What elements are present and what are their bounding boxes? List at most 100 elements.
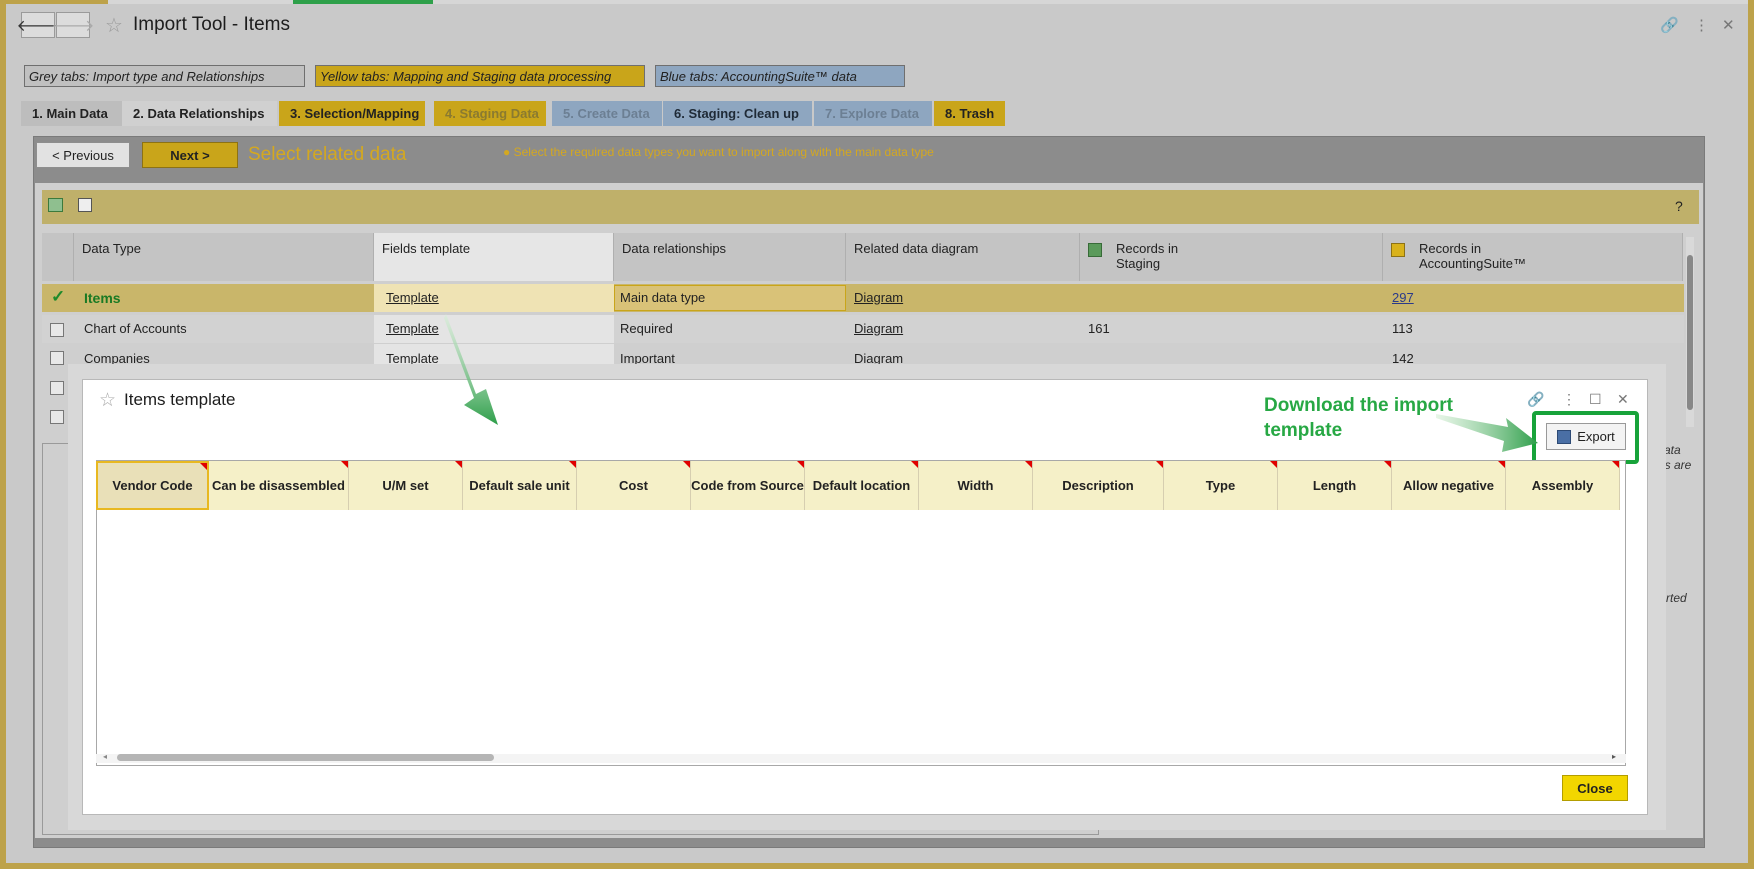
window-title: Import Tool - Items [133, 14, 290, 35]
tab-4[interactable]: 4. Staging Data [434, 101, 546, 126]
section-title: Select related data [248, 144, 407, 165]
previous-button[interactable]: < Previous [36, 142, 130, 168]
table-row[interactable]: ✓ Items Template Main data type Diagram … [42, 284, 1684, 312]
grid-toolbar [42, 190, 1699, 224]
forward-button[interactable]: 🡒 [52, 12, 94, 38]
template-column-header[interactable]: Code from Source [691, 461, 805, 510]
required-marker-icon [341, 461, 348, 468]
required-marker-icon [1384, 461, 1391, 468]
window-close-icon[interactable]: ✕ [1722, 16, 1735, 34]
grid-header-records-staging: Records in Staging [1080, 233, 1383, 281]
uncheck-all-icon[interactable] [78, 198, 92, 212]
scroll-left-icon[interactable]: ◂ [103, 752, 107, 761]
column-label: Width [957, 478, 994, 493]
tab-3[interactable]: 3. Selection/Mapping [279, 101, 425, 126]
save-disk-icon [1557, 429, 1572, 444]
more-menu-icon[interactable]: ⋮ [1694, 16, 1709, 34]
template-column-header[interactable]: Default sale unit [463, 461, 577, 510]
row-data-type: Items [84, 290, 121, 306]
row-data-type: Chart of Accounts [84, 321, 187, 336]
table-row[interactable]: Chart of Accounts Template Required Diag… [42, 315, 1684, 343]
export-button[interactable]: Export [1546, 423, 1626, 450]
tab-5[interactable]: 5. Create Data [552, 101, 662, 126]
tab-2[interactable]: 2. Data Relationships [122, 101, 277, 126]
required-marker-icon [1612, 461, 1619, 468]
row-relationship: Required [620, 321, 673, 336]
template-column-header[interactable]: Can be disassembled [209, 461, 349, 510]
dialog-star-icon[interactable]: ☆ [99, 389, 116, 412]
next-button[interactable]: Next > [142, 142, 238, 168]
column-label: Type [1205, 478, 1236, 493]
row-template-link[interactable]: Template [386, 321, 439, 336]
dialog-close-icon[interactable]: ✕ [1617, 391, 1629, 408]
favorite-star-icon[interactable]: ☆ [105, 13, 123, 38]
grid-scrollbar[interactable] [1686, 237, 1694, 427]
template-column-header[interactable]: Description [1033, 461, 1164, 510]
column-label: Default sale unit [469, 478, 570, 493]
arrow-right-icon: 🡒 [51, 17, 95, 35]
required-marker-icon [1156, 461, 1163, 468]
row-diagram-link[interactable]: Diagram [854, 290, 903, 305]
template-column-header[interactable]: U/M set [349, 461, 463, 510]
required-marker-icon [200, 463, 207, 470]
suite-db-icon [1391, 243, 1405, 257]
required-marker-icon [1270, 461, 1277, 468]
required-marker-icon [569, 461, 576, 468]
check-all-icon[interactable] [48, 198, 63, 212]
dialog-title: Items template [124, 390, 236, 409]
hint-text: ● Select the required data types you wan… [503, 145, 934, 159]
required-marker-icon [911, 461, 918, 468]
column-label: Description [1062, 478, 1134, 493]
template-column-header[interactable]: Allow negative [1392, 461, 1506, 510]
required-marker-icon [455, 461, 462, 468]
callout-text: Download the import template [1264, 395, 1453, 441]
checkmark-icon[interactable]: ✓ [51, 287, 65, 307]
column-label: Default location [812, 478, 911, 493]
template-column-header[interactable]: Type [1164, 461, 1278, 510]
template-column-header[interactable]: Width [919, 461, 1033, 510]
dialog-link-icon[interactable]: 🔗 [1527, 391, 1544, 408]
close-button[interactable]: Close [1562, 775, 1628, 801]
tab-1[interactable]: 1. Main Data [21, 101, 122, 126]
column-label: U/M set [382, 478, 429, 493]
row-relationship: Main data type [620, 290, 706, 305]
column-label: Cost [619, 478, 648, 493]
column-label: Code from Source [691, 478, 804, 493]
link-icon[interactable]: 🔗 [1660, 16, 1679, 34]
top-strip [0, 0, 1754, 4]
template-column-header[interactable]: Cost [577, 461, 691, 510]
row-diagram-link[interactable]: Diagram [854, 321, 903, 336]
required-marker-icon [797, 461, 804, 468]
hscroll-thumb[interactable] [117, 754, 494, 761]
column-label: Vendor Code [112, 478, 193, 493]
column-label: Length [1312, 478, 1357, 493]
row-checkbox[interactable] [50, 381, 64, 395]
row-suite-count-link[interactable]: 297 [1392, 290, 1414, 305]
staging-db-icon [1088, 243, 1102, 257]
tab-6[interactable]: 6. Staging: Clean up [663, 101, 812, 126]
legend-grey: Grey tabs: Import type and Relationships [24, 65, 305, 87]
tab-8[interactable]: 8. Trash [934, 101, 1005, 126]
required-marker-icon [683, 461, 690, 468]
left-border [0, 0, 6, 869]
table-row[interactable]: Companies Template Important Diagram 142 [42, 344, 1684, 366]
row-checkbox[interactable] [50, 323, 64, 337]
template-column-header[interactable]: Default location [805, 461, 919, 510]
row-checkbox[interactable] [50, 410, 64, 424]
bottom-border [0, 863, 1754, 869]
scroll-right-icon[interactable]: ▸ [1612, 752, 1616, 761]
column-label: Allow negative [1402, 478, 1495, 493]
dialog-more-icon[interactable]: ⋮ [1562, 391, 1576, 408]
row-template-link[interactable]: Template [386, 290, 439, 305]
tab-7[interactable]: 7. Explore Data [814, 101, 932, 126]
help-icon[interactable]: ? [1675, 198, 1683, 214]
grid-header-data-type: Data Type [74, 233, 374, 281]
column-label: Can be disassembled [212, 478, 345, 493]
grid-header-check [42, 233, 74, 281]
row-checkbox[interactable] [50, 351, 64, 365]
template-column-header[interactable]: Assembly [1506, 461, 1620, 510]
template-column-header[interactable]: Length [1278, 461, 1392, 510]
template-column-header[interactable]: Vendor Code [96, 461, 209, 510]
dialog-maximize-icon[interactable]: ☐ [1589, 391, 1602, 408]
back-button[interactable]: 🡐 [17, 12, 59, 38]
